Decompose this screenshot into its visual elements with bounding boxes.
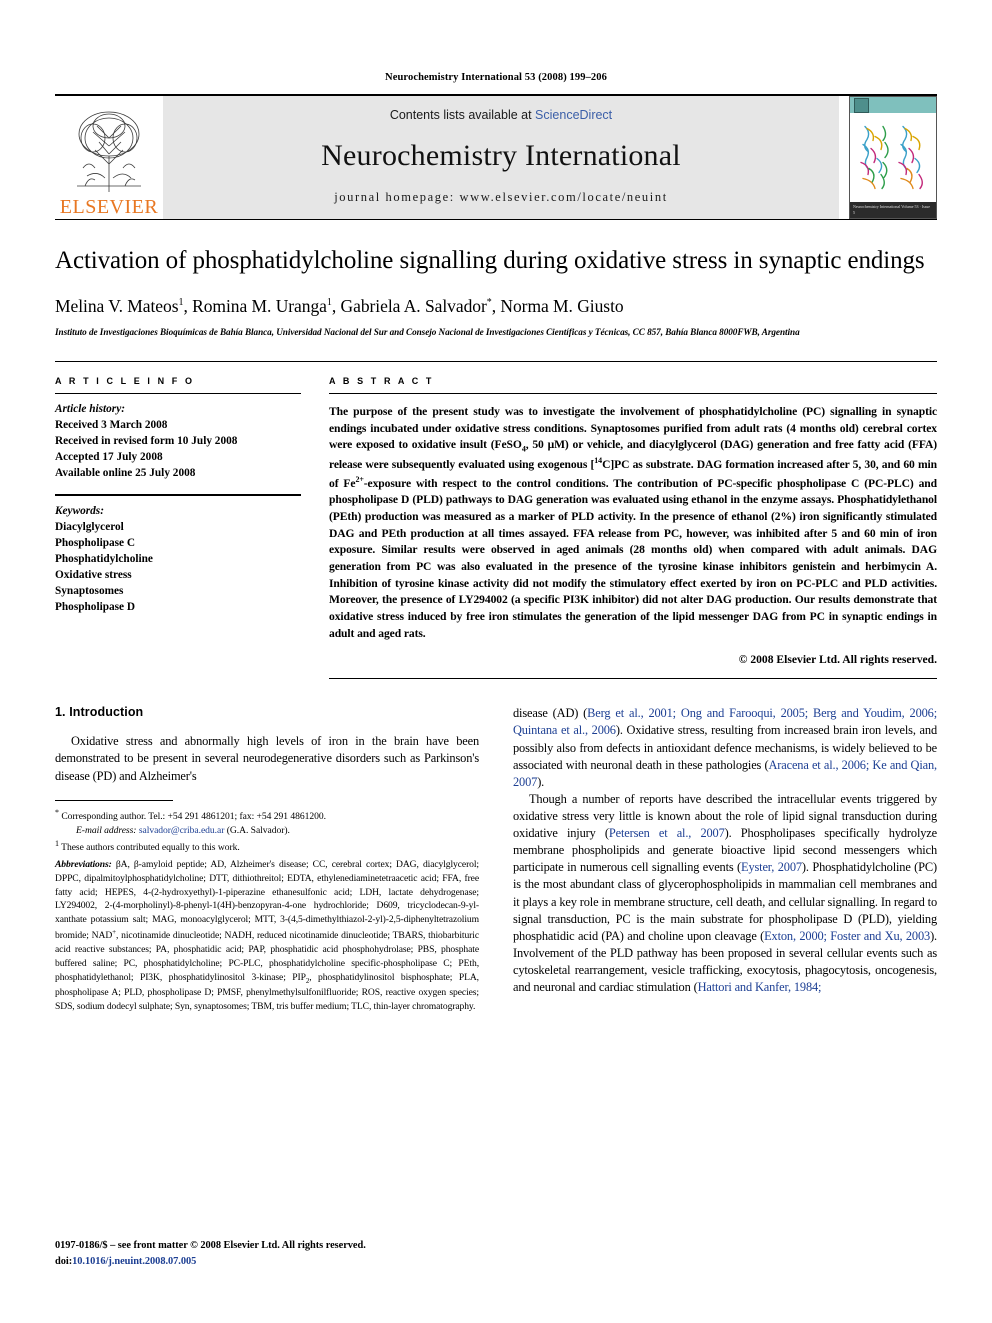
author-sep: , — [331, 295, 341, 316]
abstract-seg: -exposure with respect to the control co… — [329, 476, 937, 640]
elsevier-logo[interactable]: ELSEVIER — [55, 96, 163, 219]
author-name: Gabriela A. Salvador — [340, 295, 487, 316]
masthead-center-band: Contents lists available at ScienceDirec… — [163, 96, 839, 219]
info-abstract-row: A R T I C L E I N F O Article history: R… — [55, 362, 937, 680]
citation-link[interactable]: Petersen et al., 2007 — [609, 826, 725, 840]
intro-paragraph: Oxidative stress and abnormally high lev… — [55, 734, 479, 783]
abbreviations-note: Abbreviations: βA, β-amyloid peptide; AD… — [55, 858, 479, 1013]
author-name: Norma M. Giusto — [500, 295, 624, 316]
history-item: Received 3 March 2008 — [55, 418, 168, 431]
doi-line: doi:10.1016/j.neuint.2008.07.005 — [55, 1254, 366, 1270]
keyword-item[interactable]: Diacylglycerol — [55, 519, 301, 535]
cover-header-band — [850, 97, 936, 113]
title-block: Activation of phosphatidylcholine signal… — [55, 220, 937, 339]
contents-prefix: Contents lists available at — [389, 108, 536, 122]
cover-caption: Neurochemistry International Volume 53 ·… — [850, 202, 936, 218]
abstract-text: The purpose of the present study was to … — [329, 394, 937, 642]
footnote-rule — [55, 799, 173, 801]
author-sep: , — [183, 295, 193, 316]
article-info-heading: A R T I C L E I N F O — [55, 375, 195, 386]
citation-link[interactable]: Eyster, 2007 — [741, 860, 802, 874]
running-head: Neurochemistry International 53 (2008) 1… — [385, 72, 607, 83]
author-name: Romina M. Uranga — [192, 295, 327, 316]
article-history-block: Article history: Received 3 March 2008 R… — [55, 394, 301, 481]
front-matter-line: 0197-0186/$ – see front matter © 2008 El… — [55, 1240, 366, 1251]
citation-link[interactable]: Exton, 2000; Foster and Xu, 2003 — [764, 929, 930, 943]
history-item: Available online 25 July 2008 — [55, 466, 196, 479]
journal-title: Neurochemistry International — [321, 139, 681, 172]
history-item: Accepted 17 July 2008 — [55, 450, 163, 463]
article-info-column: A R T I C L E I N F O Article history: R… — [55, 376, 301, 679]
article-history-label: Article history: — [55, 402, 125, 415]
equal-contribution-mark: 1 — [55, 838, 59, 848]
keyword-item[interactable]: Phospholipase D — [55, 599, 301, 615]
email-note: E-mail address: salvador@criba.edu.ar (G… — [55, 824, 479, 838]
article-page: Neurochemistry International 53 (2008) 1… — [0, 0, 992, 1323]
abstract-heading: A B S T R A C T — [329, 375, 434, 386]
intro-paragraph-2: Though a number of reports have describe… — [513, 791, 937, 996]
sciencedirect-link[interactable]: ScienceDirect — [535, 108, 612, 122]
journal-masthead: ELSEVIER Contents lists available at Sci… — [55, 96, 937, 219]
body-columns: 1. Introduction Oxidative stress and abn… — [55, 705, 937, 1013]
text-seg: ). — [537, 774, 545, 789]
protein-structure-icon — [860, 125, 923, 190]
keywords-block: Keywords: Diacylglycerol Phospholipase C… — [55, 494, 301, 615]
history-item: Received in revised form 10 July 2008 — [55, 434, 238, 447]
abstract-copyright: © 2008 Elsevier Ltd. All rights reserved… — [738, 653, 937, 667]
abbreviations-label: Abbreviations: — [55, 859, 112, 871]
author-name: Melina V. Mateos — [55, 295, 179, 316]
affiliation: Instituto de Investigaciones Bioquímicas… — [55, 326, 800, 337]
page-footer: 0197-0186/$ – see front matter © 2008 El… — [55, 1238, 366, 1269]
cover-badge-icon — [854, 97, 869, 113]
email-link[interactable]: salvador@criba.edu.ar — [139, 825, 225, 836]
body-column-right: disease (AD) (Berg et al., 2001; Ong and… — [513, 705, 937, 1013]
keyword-item[interactable]: Phosphatidylcholine — [55, 551, 301, 567]
journal-cover-thumbnail[interactable]: Neurochemistry International Volume 53 ·… — [849, 96, 937, 219]
elsevier-tree-icon — [77, 111, 141, 192]
citation-link[interactable]: Hattori and Kanfer, 1984; — [698, 980, 822, 994]
abstract-bottom-rule — [329, 678, 937, 680]
corresponding-text: Corresponding author. Tel.: +54 291 4861… — [61, 810, 326, 822]
doi-link[interactable]: 10.1016/j.neuint.2008.07.005 — [72, 1256, 196, 1267]
keywords-label: Keywords: — [55, 505, 104, 517]
keyword-item[interactable]: Synaptosomes — [55, 583, 301, 599]
keyword-item[interactable]: Oxidative stress — [55, 567, 301, 583]
text-seg: disease (AD) ( — [513, 706, 588, 721]
corresponding-mark: * — [55, 807, 59, 817]
body-column-left: 1. Introduction Oxidative stress and abn… — [55, 705, 479, 1013]
abstract-sup: 2+ — [355, 474, 364, 484]
abbrev-seg: βA, β-amyloid peptide; AD, Alzheimer's d… — [55, 859, 479, 942]
footnotes: * Corresponding author. Tel.: +54 291 48… — [55, 799, 479, 1014]
author-list: Melina V. Mateos1, Romina M. Uranga1, Ga… — [55, 296, 937, 317]
email-label: E-mail address: — [76, 824, 137, 836]
journal-homepage-link[interactable]: journal homepage: www.elsevier.com/locat… — [334, 190, 668, 205]
corresponding-author-note: * Corresponding author. Tel.: +54 291 48… — [55, 807, 479, 824]
intro-paragraph-continued: disease (AD) (Berg et al., 2001; Ong and… — [513, 705, 937, 791]
keyword-item[interactable]: Phospholipase C — [55, 535, 301, 551]
page-title: Activation of phosphatidylcholine signal… — [55, 247, 925, 274]
doi-label: doi: — [55, 1255, 73, 1267]
cover-artwork — [850, 113, 936, 202]
contents-available-line: Contents lists available at ScienceDirec… — [390, 108, 612, 122]
email-suffix: (G.A. Salvador). — [226, 824, 290, 836]
elsevier-wordmark: ELSEVIER — [59, 196, 159, 218]
equal-contribution-text: These authors contributed equally to thi… — [61, 842, 240, 854]
abstract-column: A B S T R A C T The purpose of the prese… — [329, 375, 937, 680]
abstract-sup: 14 — [594, 456, 603, 466]
introduction-heading: 1. Introduction — [55, 705, 144, 720]
equal-contribution-note: 1 These authors contributed equally to t… — [55, 838, 479, 855]
keywords-list: Keywords: Diacylglycerol Phospholipase C… — [55, 496, 301, 615]
